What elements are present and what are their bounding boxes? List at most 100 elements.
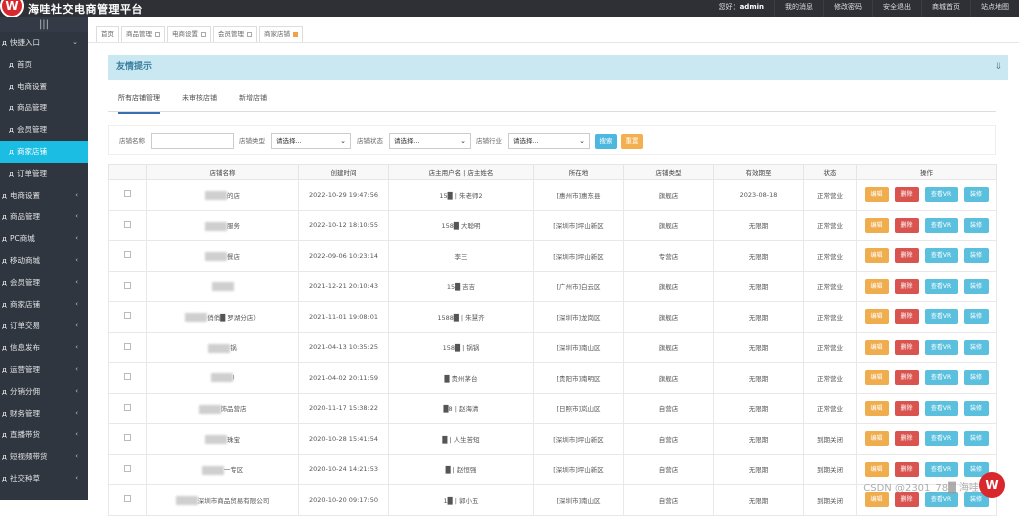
edit-button[interactable]: 编辑 — [864, 431, 889, 447]
sidebar-item[interactable]: д 直播带货 ‹ — [0, 424, 88, 446]
search-button[interactable]: 搜索 — [595, 134, 617, 149]
store-name-input[interactable] — [151, 133, 234, 149]
decorate-button[interactable]: 装修 — [963, 309, 989, 325]
decorate-button[interactable]: 装修 — [963, 278, 989, 294]
delete-button[interactable]: 删除 — [894, 187, 919, 203]
row-checkbox[interactable] — [124, 403, 131, 411]
cell-store-name: 一专区 — [146, 453, 299, 485]
sidebar-item[interactable]: д 电商设置 ‹ — [0, 185, 88, 207]
store-type-select[interactable]: 请选择... ⌄ — [271, 133, 351, 149]
close-icon[interactable] — [247, 31, 252, 37]
view-vr-button[interactable]: 查看VR — [924, 187, 958, 203]
view-vr-button[interactable]: 查看VR — [924, 461, 958, 477]
edit-button[interactable]: 编辑 — [864, 339, 889, 355]
sidebar-toggle[interactable]: ||| — [0, 17, 88, 32]
decorate-button[interactable]: 装修 — [963, 400, 989, 416]
sidebar-item[interactable]: д 信息发布 ‹ — [0, 337, 88, 359]
row-checkbox[interactable] — [124, 190, 131, 198]
decorate-button[interactable]: 装修 — [963, 187, 989, 203]
reset-button[interactable]: 重置 — [621, 134, 643, 149]
sidebar-item[interactable]: д 分销分佣 ‹ — [0, 381, 88, 403]
cell-expires: 无限期 — [713, 362, 804, 394]
view-vr-button[interactable]: 查看VR — [924, 431, 958, 447]
decorate-button[interactable]: 装修 — [963, 217, 989, 233]
view-vr-button[interactable]: 查看VR — [924, 248, 958, 264]
view-vr-button[interactable]: 查看VR — [924, 278, 958, 294]
sidebar-item[interactable]: д 商品管理 — [0, 97, 88, 119]
row-checkbox[interactable] — [124, 495, 131, 503]
row-checkbox[interactable] — [124, 464, 131, 472]
edit-button[interactable]: 编辑 — [864, 400, 889, 416]
row-checkbox[interactable] — [124, 342, 131, 350]
edit-button[interactable]: 编辑 — [864, 217, 889, 233]
sidebar-item[interactable]: д 财务管理 ‹ — [0, 403, 88, 425]
chevron-left-icon: ‹ — [75, 430, 78, 439]
sidebar-item[interactable]: д 商家店铺 ‹ — [0, 294, 88, 316]
sidebar-item[interactable]: д 商品管理 ‹ — [0, 206, 88, 228]
view-vr-button[interactable]: 查看VR — [924, 400, 958, 416]
double-chevron-down-icon[interactable]: ⇓ — [994, 55, 1002, 80]
sidebar-item[interactable]: д 快捷入口 ⌄ — [0, 32, 88, 54]
sidebar-item[interactable]: д 短视频带货 ‹ — [0, 446, 88, 468]
sidebar-item[interactable]: д 运营管理 ‹ — [0, 359, 88, 381]
edit-button[interactable]: 编辑 — [864, 248, 889, 264]
edit-button[interactable]: 编辑 — [864, 278, 889, 294]
row-checkbox[interactable] — [124, 312, 131, 320]
sidebar-item[interactable]: д 商家店铺 — [0, 140, 88, 163]
cell-store-name: 的店 — [146, 179, 299, 211]
sidebar-item[interactable]: д 社交种草 ‹ — [0, 468, 88, 490]
sidebar-item[interactable]: д PC商城 ‹ — [0, 228, 88, 250]
sidebar-item[interactable]: д 首页 — [0, 54, 88, 76]
my-messages-link[interactable]: 我的消息 — [774, 0, 823, 17]
cell-expires: 无限期 — [713, 453, 804, 485]
decorate-button[interactable]: 装修 — [963, 370, 989, 386]
delete-button[interactable]: 删除 — [894, 370, 919, 386]
row-checkbox[interactable] — [124, 434, 131, 442]
edit-button[interactable]: 编辑 — [864, 370, 889, 386]
mall-home-link[interactable]: 商城首页 — [921, 0, 970, 17]
store-status-select[interactable]: 请选择... ⌄ — [389, 133, 471, 149]
delete-button[interactable]: 删除 — [894, 248, 919, 264]
delete-button[interactable]: 删除 — [894, 278, 919, 294]
tab[interactable]: 首页 — [96, 26, 119, 42]
delete-button[interactable]: 删除 — [894, 217, 919, 233]
edit-button[interactable]: 编辑 — [864, 461, 889, 477]
decorate-button[interactable]: 装修 — [963, 431, 989, 447]
row-checkbox[interactable] — [124, 220, 131, 228]
delete-button[interactable]: 删除 — [894, 339, 919, 355]
delete-button[interactable]: 删除 — [894, 461, 919, 477]
view-vr-button[interactable]: 查看VR — [924, 309, 958, 325]
sidebar-item[interactable]: д 会员管理 ‹ — [0, 272, 88, 294]
tab[interactable]: 会员管理 — [213, 26, 257, 42]
tab[interactable]: 电商设置 — [167, 26, 211, 42]
delete-button[interactable]: 删除 — [894, 431, 919, 447]
edit-button[interactable]: 编辑 — [864, 187, 889, 203]
delete-button[interactable]: 删除 — [894, 400, 919, 416]
sidebar-item[interactable]: д 会员管理 — [0, 119, 88, 141]
sidebar-item[interactable]: д 移动商城 ‹ — [0, 250, 88, 272]
tab[interactable]: 商家店铺 — [259, 26, 303, 42]
row-checkbox[interactable] — [124, 281, 131, 289]
site-map-link[interactable]: 站点地图 — [970, 0, 1019, 17]
view-vr-button[interactable]: 查看VR — [924, 339, 958, 355]
change-password-link[interactable]: 修改密码 — [823, 0, 872, 17]
row-checkbox[interactable] — [124, 251, 131, 259]
close-icon[interactable] — [201, 31, 206, 37]
edit-button[interactable]: 编辑 — [864, 309, 889, 325]
decorate-button[interactable]: 装修 — [963, 248, 989, 264]
row-checkbox[interactable] — [124, 373, 131, 381]
store-industry-select[interactable]: 请选择... ⌄ — [508, 133, 590, 149]
logout-link[interactable]: 安全退出 — [872, 0, 921, 17]
view-vr-button[interactable]: 查看VR — [924, 217, 958, 233]
menu-icon: д — [2, 409, 7, 418]
decorate-button[interactable]: 装修 — [963, 339, 989, 355]
sidebar-item[interactable]: д 电商设置 — [0, 76, 88, 98]
close-icon[interactable] — [293, 31, 298, 37]
view-vr-button[interactable]: 查看VR — [924, 370, 958, 386]
sidebar-item[interactable]: д 订单交易 ‹ — [0, 315, 88, 337]
sidebar-item-label: 商品管理 — [10, 212, 40, 222]
delete-button[interactable]: 删除 — [894, 309, 919, 325]
close-icon[interactable] — [155, 31, 160, 37]
sidebar-item[interactable]: д 订单管理 — [0, 163, 88, 185]
tab[interactable]: 商品管理 — [121, 26, 165, 42]
